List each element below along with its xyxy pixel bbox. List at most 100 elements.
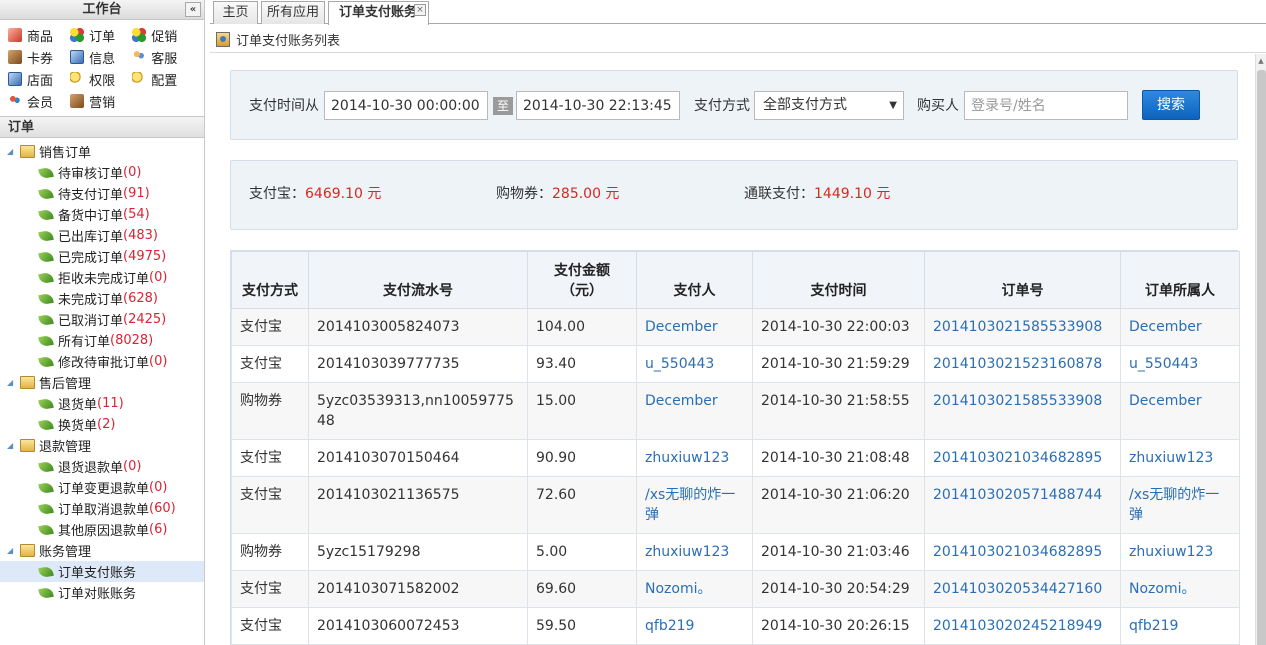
table-cell-link[interactable]: 2014103020534427160: [924, 570, 1121, 608]
table-cell-link[interactable]: 2014103020245218949: [924, 607, 1121, 645]
table-cell-link[interactable]: 2014103021034682895: [924, 439, 1121, 477]
table-cell-link[interactable]: qfb219: [636, 607, 753, 645]
tree-item-count: (0): [123, 459, 142, 474]
tree-item-count: (11): [97, 396, 124, 411]
tree-item-count: (6): [149, 522, 168, 537]
table-cell-link[interactable]: 2014103020571488744: [924, 476, 1121, 534]
table-cell-link[interactable]: December: [636, 382, 753, 440]
table-cell-link[interactable]: 2014103021585533908: [924, 382, 1121, 440]
payment-method-select[interactable]: 全部支付方式 ▼: [754, 91, 904, 120]
dropdown-arrow-icon: ▼: [889, 100, 897, 111]
coupon-icon: [8, 50, 22, 64]
tree-item[interactable]: 待审核订单 (0): [0, 162, 204, 183]
table-cell-link[interactable]: /xs无聊的炸一弹: [636, 476, 753, 534]
table-cell-link[interactable]: 2014103021523160878: [924, 345, 1121, 383]
table-cell-link[interactable]: 2014103021034682895: [924, 533, 1121, 571]
key-icon: [70, 72, 85, 86]
expand-toggle-icon[interactable]: ◢: [7, 378, 17, 388]
table-cell-link[interactable]: Nozomi。: [1120, 570, 1240, 608]
leaf-icon: [38, 565, 54, 578]
table-cell-link[interactable]: zhuxiuw123: [636, 439, 753, 477]
tree-item[interactable]: 备货中订单 (54): [0, 204, 204, 225]
expand-toggle-icon[interactable]: ◢: [7, 546, 17, 556]
table-cell-link[interactable]: Nozomi。: [636, 570, 753, 608]
tree-item[interactable]: 换货单 (2): [0, 414, 204, 435]
table-cell-link[interactable]: qfb219: [1120, 607, 1240, 645]
expand-toggle-icon[interactable]: ◢: [7, 441, 17, 451]
tree-item-count: (60): [149, 501, 176, 516]
table-cell-link[interactable]: u_550443: [636, 345, 753, 383]
quick-item-goods[interactable]: 商品: [8, 24, 66, 46]
tree-item-count: (54): [123, 207, 150, 222]
table-cell-link[interactable]: zhuxiuw123: [1120, 439, 1240, 477]
tree-folder[interactable]: ◢ 售后管理: [0, 372, 204, 393]
tree-item[interactable]: 已出库订单 (483): [0, 225, 204, 246]
tree-item[interactable]: 订单支付账务: [0, 561, 204, 582]
table-cell-link[interactable]: December: [1120, 308, 1240, 346]
table-cell-link[interactable]: /xs无聊的炸一弹: [1120, 476, 1240, 534]
to-separator: 至: [493, 97, 513, 115]
tree-folder[interactable]: ◢ 账务管理: [0, 540, 204, 561]
tab-all-apps[interactable]: 所有应用: [261, 1, 325, 24]
table-cell-link[interactable]: December: [636, 308, 753, 346]
tree-item-count: (8028): [110, 333, 154, 348]
tree-item[interactable]: 其他原因退款单 (6): [0, 519, 204, 540]
table-row: 支付宝 2014103060072453 59.50 qfb219 2014-10-30…: [231, 607, 1240, 645]
tree-item[interactable]: 修改待审批订单 (0): [0, 351, 204, 372]
leaf-icon: [38, 292, 54, 305]
tree-item[interactable]: 待支付订单 (91): [0, 183, 204, 204]
tree-item-label: 已出库订单: [58, 230, 124, 245]
tree-item[interactable]: 未完成订单 (628): [0, 288, 204, 309]
table-cell-link[interactable]: u_550443: [1120, 345, 1240, 383]
scroll-thumb[interactable]: [1257, 70, 1266, 645]
quick-item-permission[interactable]: 权限: [70, 68, 128, 90]
table-cell-link[interactable]: December: [1120, 382, 1240, 440]
quick-item-config[interactable]: 配置: [132, 68, 190, 90]
tab-order-payment[interactable]: 订单支付账务 ×: [328, 1, 429, 25]
tree-item[interactable]: 订单取消退款单 (60): [0, 498, 204, 519]
promo-icon: [132, 28, 147, 42]
tree-item[interactable]: 订单变更退款单 (0): [0, 477, 204, 498]
method-label: 支付方式: [694, 98, 750, 114]
tree-folder[interactable]: ◢ 销售订单: [0, 141, 204, 162]
quick-item-promo[interactable]: 促销: [132, 24, 190, 46]
table-cell-link[interactable]: zhuxiuw123: [636, 533, 753, 571]
scroll-up-icon[interactable]: ▲: [1256, 54, 1266, 68]
tree-item[interactable]: 拒收未完成订单 (0): [0, 267, 204, 288]
close-icon[interactable]: ×: [414, 4, 426, 16]
expand-toggle-icon[interactable]: ◢: [7, 147, 17, 157]
quick-item-service[interactable]: 客服: [132, 46, 190, 68]
tab-home[interactable]: 主页: [213, 1, 258, 24]
table-cell: 2014103071582002: [308, 570, 528, 608]
quick-item-info[interactable]: 信息: [70, 46, 128, 68]
table-cell-link[interactable]: zhuxiuw123: [1120, 533, 1240, 571]
quick-item-member[interactable]: 会员: [8, 90, 66, 112]
table-header-row: 支付方式 支付流水号 支付金额 （元） 支付人 支付时间 订单号 订单所属人: [231, 251, 1240, 309]
table-cell-link[interactable]: 2014103021585533908: [924, 308, 1121, 346]
tree-item[interactable]: 退货退款单 (0): [0, 456, 204, 477]
tree-item[interactable]: 订单对账账务: [0, 582, 204, 603]
buyer-input[interactable]: [964, 91, 1128, 120]
alipay-value: 6469.10 元: [305, 186, 382, 202]
start-time-input[interactable]: [324, 91, 488, 120]
leaf-icon: [38, 250, 54, 263]
quick-item-marketing[interactable]: 营销: [70, 90, 128, 112]
tree-item[interactable]: 已完成订单 (4975): [0, 246, 204, 267]
search-button[interactable]: 搜索: [1142, 90, 1200, 120]
vertical-scrollbar[interactable]: ▲: [1255, 54, 1266, 645]
tree-folder-label: 退款管理: [39, 440, 92, 455]
tree-item[interactable]: 退货单 (11): [0, 393, 204, 414]
quick-item-store[interactable]: 店面: [8, 68, 66, 90]
tree-item-label: 修改待审批订单: [58, 356, 150, 371]
tree-folder[interactable]: ◢ 退款管理: [0, 435, 204, 456]
end-time-input[interactable]: [516, 91, 680, 120]
collapse-sidebar-button[interactable]: «: [185, 2, 201, 17]
quick-item-label: 卡券: [27, 51, 54, 67]
quick-item-order[interactable]: 订单: [70, 24, 128, 46]
quick-item-coupon[interactable]: 卡券: [8, 46, 66, 68]
table-row: 支付宝 2014103005824073 104.00 December 2014-10…: [231, 308, 1240, 346]
tree-item-label: 待审核订单: [58, 167, 124, 182]
tree-item[interactable]: 已取消订单 (2425): [0, 309, 204, 330]
table-cell: 5yzc15179298: [308, 533, 528, 571]
tree-item[interactable]: 所有订单 (8028): [0, 330, 204, 351]
